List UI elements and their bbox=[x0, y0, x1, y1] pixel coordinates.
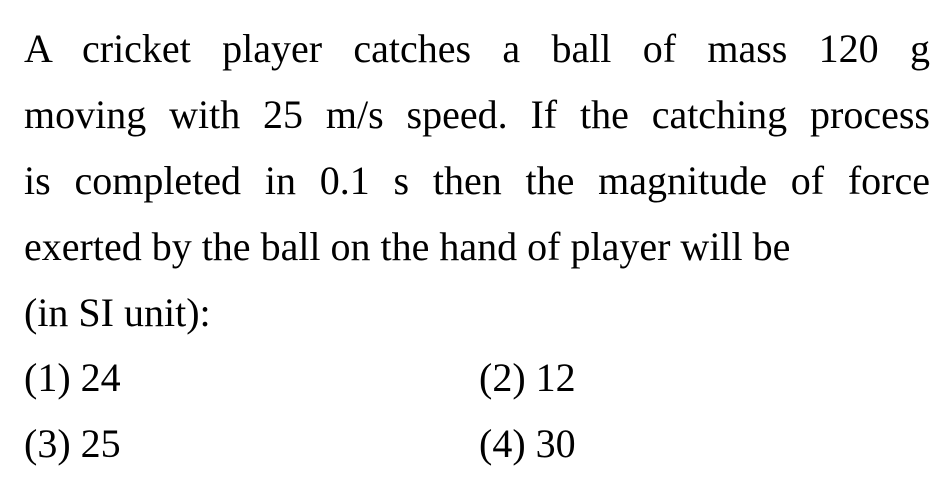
question-line: exerted by the ball on the hand of playe… bbox=[24, 224, 791, 269]
question-line: is completed in 0.1 s then the magnitude… bbox=[24, 158, 930, 203]
option-2[interactable]: (2) 12 bbox=[479, 345, 576, 411]
option-4[interactable]: (4) 30 bbox=[479, 411, 576, 477]
question-line: moving with 25 m/s speed. If the catchin… bbox=[24, 92, 930, 137]
question-text: A cricket player catches a ball of mass … bbox=[24, 16, 930, 346]
options-row: (3) 25 (4) 30 bbox=[24, 411, 930, 477]
answer-options: (1) 24 (2) 12 (3) 25 (4) 30 bbox=[24, 345, 930, 477]
question-line: A cricket player catches a ball of mass … bbox=[24, 26, 930, 71]
option-1[interactable]: (1) 24 bbox=[24, 345, 121, 411]
option-3[interactable]: (3) 25 bbox=[24, 411, 121, 477]
options-row: (1) 24 (2) 12 bbox=[24, 345, 930, 411]
question-line: (in SI unit): bbox=[24, 290, 211, 335]
